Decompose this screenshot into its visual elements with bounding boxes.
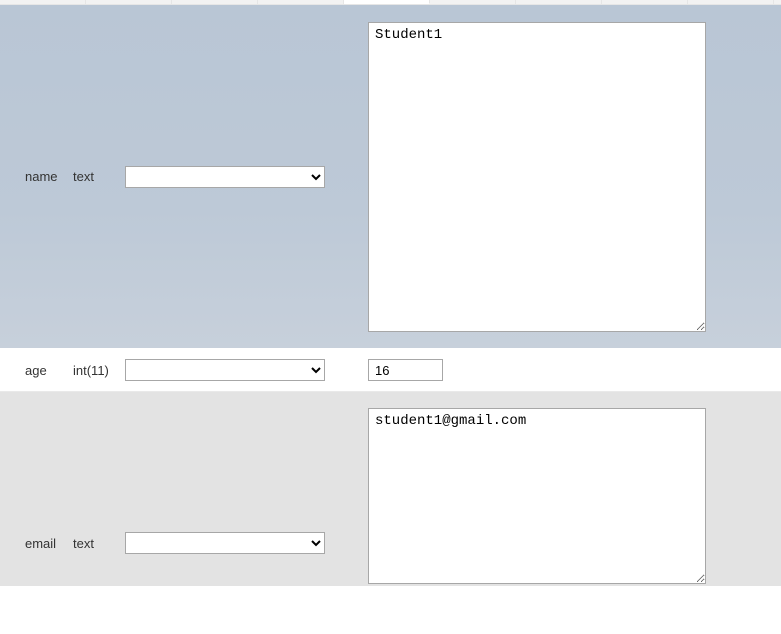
tab[interactable] (688, 0, 774, 4)
field-func-wrap (125, 532, 335, 554)
field-left: age int(11) (0, 355, 362, 385)
field-row-name: name text G (0, 5, 781, 348)
tab[interactable] (86, 0, 172, 4)
tab[interactable] (258, 0, 344, 4)
field-label-email: email (25, 536, 73, 551)
field-type-email: text (73, 536, 125, 551)
field-function-select-email[interactable] (125, 532, 325, 554)
field-func-wrap (125, 166, 335, 188)
field-label-age: age (25, 363, 73, 378)
field-right (362, 355, 781, 385)
tab[interactable] (602, 0, 688, 4)
field-function-select-name[interactable] (125, 166, 325, 188)
field-func-wrap (125, 359, 335, 381)
field-left: email text (0, 398, 362, 580)
field-value-age[interactable] (368, 359, 443, 381)
tab[interactable] (0, 0, 86, 4)
field-value-email[interactable] (368, 408, 706, 584)
field-value-name[interactable] (368, 22, 706, 332)
field-right (362, 398, 781, 580)
tab-active[interactable] (344, 0, 430, 4)
tab[interactable] (172, 0, 258, 4)
tab[interactable] (430, 0, 516, 4)
tab[interactable] (516, 0, 602, 4)
field-function-select-age[interactable] (125, 359, 325, 381)
field-label-name: name (25, 169, 73, 184)
field-left: name text (0, 11, 362, 342)
field-type-age: int(11) (73, 363, 125, 378)
field-row-email: email text (0, 392, 781, 586)
field-type-name: text (73, 169, 125, 184)
field-right: G (362, 11, 781, 342)
field-row-age: age int(11) (0, 348, 781, 392)
